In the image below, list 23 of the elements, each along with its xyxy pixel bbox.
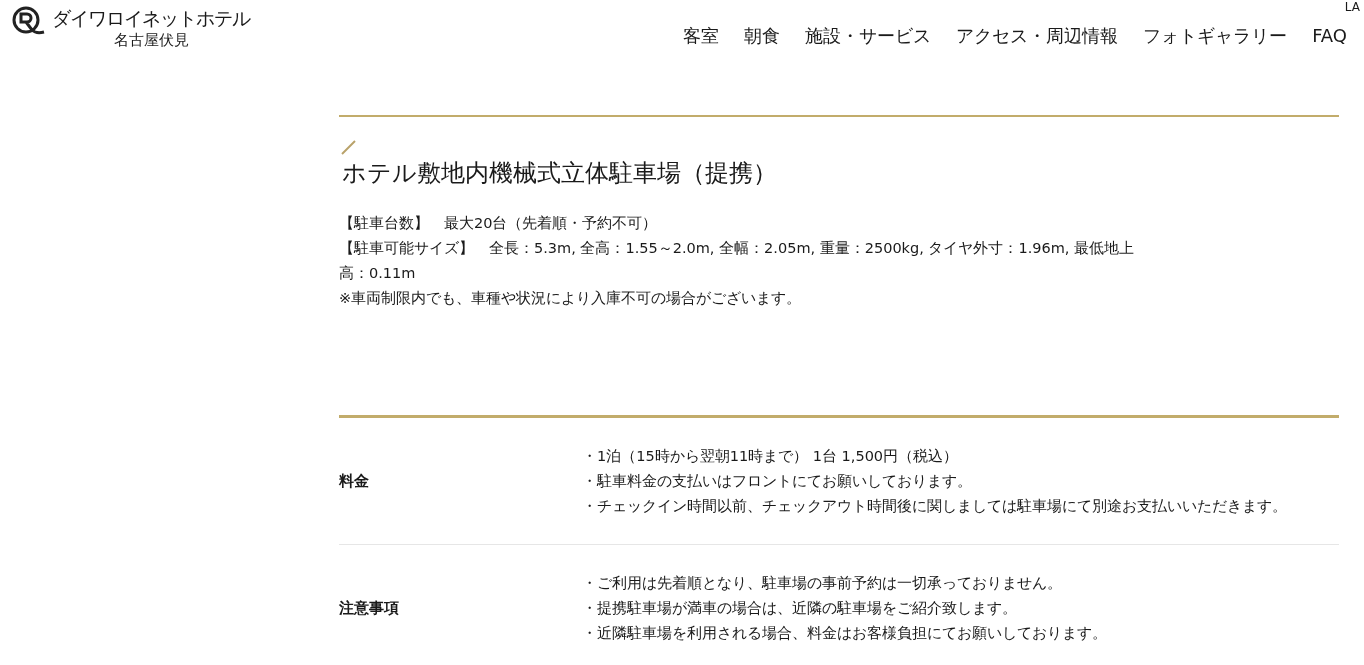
row-text: ・1泊（15時から翌朝11時まで） 1台 1,500円（税込） xyxy=(582,447,960,466)
row-label: 料金 xyxy=(339,472,370,491)
slash-icon xyxy=(341,140,356,155)
row-text: ・近隣駐車場を利用される場合、料金はお客様負担にてお願いしております。 xyxy=(582,624,1108,643)
logo-name: ダイワロイネットホテル xyxy=(52,6,250,30)
row-text: ・チェックイン時間以前、チェックアウト時間後に関しましては駐車場にて別途お支払いいただきます。 xyxy=(582,497,1288,516)
nav-link[interactable]: フォトギャラリー xyxy=(1143,24,1288,48)
row-label: 注意事項 xyxy=(339,599,400,618)
nav-link[interactable]: 施設・サービス xyxy=(805,24,932,48)
nav-link[interactable]: 朝食 xyxy=(744,24,781,48)
info-text: 【駐車可能サイズ】 全長：5.3m, 全高：1.55～2.0m, 全幅：2.05m, 重量：2500kg, タイヤ外寸：1.96m, 最低地上高：0.11m xyxy=(339,239,1136,283)
nav-link[interactable]: アクセス・周辺情報 xyxy=(956,24,1119,48)
row-text: ・提携駐車場が満車の場合は、近隣の駐車場をご紹介致します。 xyxy=(582,599,1018,618)
row-text: ・ご利用は先着順となり、駐車場の事前予約は一切承っておりません。 xyxy=(582,574,1063,593)
logo-subtitle: 名古屋伏見 xyxy=(113,30,189,50)
section-title: ホテル敷地内機械式立体駐車場（提携） xyxy=(342,158,778,189)
row-text: ・駐車料金の支払いはフロントにてお願いしております。 xyxy=(582,472,973,491)
nav-link[interactable]: FAQ xyxy=(1312,24,1347,48)
logo-icon xyxy=(12,6,46,36)
nav-link[interactable]: 客室 xyxy=(683,24,720,48)
language-link[interactable]: LA xyxy=(1344,0,1360,14)
info-text: 【駐車台数】 最大20台（先着順・予約不可） xyxy=(339,214,659,233)
info-text: ※車両制限内でも、車種や状況により入庫不可の場合がございます。 xyxy=(339,289,803,308)
